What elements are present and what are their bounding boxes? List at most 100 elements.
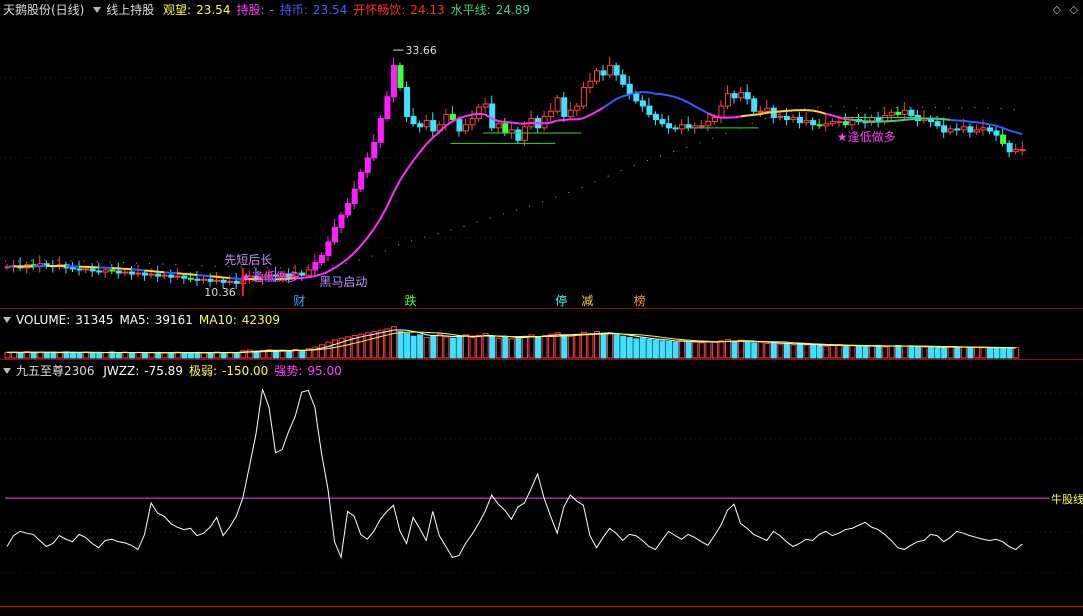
volume-bar <box>358 333 365 359</box>
volume-bar <box>980 346 987 359</box>
trend-line <box>760 111 767 116</box>
volume-bar <box>921 346 928 359</box>
trend-line <box>773 110 780 114</box>
candle <box>456 119 463 132</box>
volume-bar <box>1006 347 1013 359</box>
candle <box>967 126 974 133</box>
trend-line <box>1002 126 1010 132</box>
volume-bar <box>692 341 699 359</box>
trend-line <box>700 108 709 115</box>
volume-panel[interactable]: VOLUME: 31345 MA5: 39161 MA10: 42309 <box>0 310 1083 359</box>
candle <box>318 254 325 264</box>
volume-bar <box>227 351 234 359</box>
volume-bar <box>711 341 718 359</box>
volume-bar <box>535 336 542 359</box>
candle <box>1006 142 1013 153</box>
volume-bar <box>993 346 1000 359</box>
long-ma-dot <box>633 164 635 166</box>
event-tag: 财 <box>293 294 305 308</box>
indicator-title[interactable]: 九五至尊2306 <box>16 364 95 378</box>
trend-line <box>858 119 866 123</box>
candle <box>142 272 149 276</box>
legend-item: 强势: <box>274 364 303 378</box>
candle <box>227 280 234 283</box>
volume-bar <box>50 351 57 359</box>
candle <box>397 65 404 88</box>
candle <box>652 113 659 121</box>
volume-bar <box>882 346 889 359</box>
volume-bar <box>934 346 941 359</box>
volume-bar <box>364 332 371 359</box>
candle <box>941 125 948 133</box>
candle <box>174 275 181 278</box>
candle <box>168 274 175 278</box>
candlestick-chart[interactable]: 33.6610.36先短后长★逢低做多 黑马启动★逢低做多财跌停减榜 <box>0 0 1083 308</box>
trend-line <box>897 118 905 122</box>
candle <box>993 130 1000 136</box>
long-ma-dot <box>463 226 465 228</box>
max-price-label: 33.66 <box>405 44 437 57</box>
trend-line <box>150 270 158 273</box>
candle <box>888 111 895 116</box>
panel-divider[interactable] <box>0 359 1083 360</box>
volume-bar <box>790 344 797 359</box>
trend-line <box>196 273 204 277</box>
dropdown-triangle-icon[interactable] <box>3 317 11 323</box>
trend-line <box>602 102 611 109</box>
volume-bar <box>764 342 771 359</box>
candle <box>384 96 391 120</box>
long-ma-dot <box>686 146 688 148</box>
long-ma-dot <box>371 255 373 257</box>
candle <box>757 110 764 113</box>
trend-line <box>405 160 414 171</box>
candle <box>659 119 666 125</box>
candle <box>338 214 345 228</box>
volume-bar <box>810 344 817 359</box>
indicator-panel[interactable]: 牛股线 九五至尊2306 JWZZ: -75.89 极弱: -150.00 强势: 95.… <box>0 361 1083 606</box>
long-ma-dot <box>895 106 897 108</box>
candle <box>679 124 686 130</box>
volume-bar <box>194 351 201 359</box>
candle <box>187 277 194 280</box>
dropdown-triangle-icon[interactable] <box>3 368 11 374</box>
trend-line <box>544 121 551 125</box>
volume-bar <box>142 352 149 359</box>
candle <box>672 127 679 130</box>
trend-line <box>346 252 355 260</box>
candle <box>233 280 240 284</box>
volume-bar <box>895 344 902 359</box>
long-ma-dot <box>660 155 661 157</box>
volume-bar <box>967 347 974 359</box>
trend-line <box>1008 129 1016 134</box>
trend-line <box>458 115 466 120</box>
volume-bar <box>11 351 18 359</box>
long-ma-dot <box>987 107 989 109</box>
trend-line <box>372 218 382 230</box>
candle <box>954 128 961 131</box>
price-panel[interactable]: 天鹅股份(日线) 线上持股 观望: 23.54 持股: - 持币: 23.54 开怀畅饮: 2… <box>0 0 1083 308</box>
volume-bar <box>1000 347 1007 359</box>
candle <box>731 93 738 99</box>
trend-line <box>229 276 237 280</box>
candle <box>299 272 306 276</box>
volume-header: VOLUME: 31345 MA5: 39161 MA10: 42309 <box>3 312 291 328</box>
candle <box>561 97 568 117</box>
indicator-chart[interactable]: 牛股线 <box>0 361 1083 606</box>
trend-line <box>976 121 984 125</box>
volume-bar <box>856 345 862 359</box>
candle <box>430 120 437 132</box>
candle <box>751 98 758 112</box>
long-ma-dot <box>712 137 714 139</box>
event-tag: 跌 <box>405 293 417 308</box>
long-ma-dot <box>345 262 347 264</box>
long-ma-dot <box>948 107 950 109</box>
long-ma-dot <box>149 263 151 265</box>
volume-bar <box>436 333 443 359</box>
long-ma-dot <box>830 105 832 107</box>
candle <box>489 103 496 129</box>
candle <box>220 279 227 283</box>
volume-bar <box>849 344 856 359</box>
panel-divider[interactable] <box>0 308 1083 309</box>
long-ma-dot <box>594 181 596 183</box>
volume-bar <box>423 337 430 359</box>
